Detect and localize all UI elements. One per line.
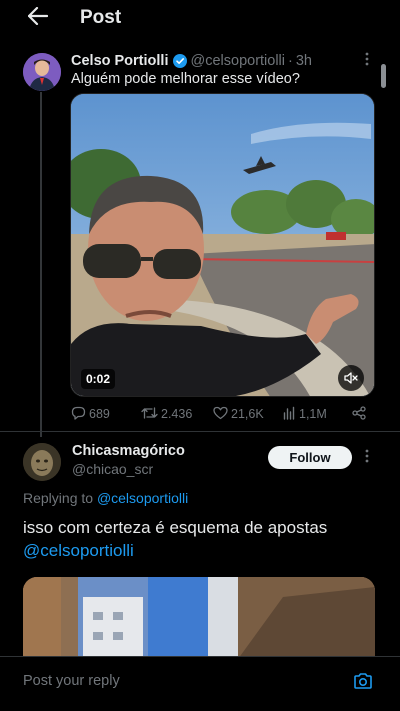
divider: [0, 431, 400, 432]
reply-text: isso com certeza é esquema de apostas @c…: [23, 516, 383, 562]
video-duration: 0:02: [81, 369, 116, 389]
reply-count: 689: [89, 407, 110, 421]
top-bar: Post: [0, 0, 400, 38]
camera-button[interactable]: [351, 671, 375, 695]
repost-count: 2.436: [161, 407, 193, 421]
views-button[interactable]: 1,1M: [283, 404, 327, 424]
heart-icon: [213, 406, 231, 423]
share-icon: [352, 405, 369, 423]
page-title: Post: [80, 7, 122, 28]
tweet-video[interactable]: 0:02: [70, 93, 375, 397]
compose-bar: [0, 656, 400, 711]
tweet-header: Celso Portiolli @celsoportiolli · 3h: [71, 51, 312, 71]
scrollbar[interactable]: [381, 64, 386, 88]
replying-to: Replying to @celsoportiolli: [23, 490, 188, 506]
reply-input[interactable]: [23, 673, 323, 689]
views-icon: [283, 406, 299, 423]
repost-icon: [141, 406, 161, 423]
share-button[interactable]: [352, 404, 369, 424]
author-handle[interactable]: @celsoportiolli: [191, 53, 286, 69]
replying-to-label: Replying to: [23, 490, 94, 506]
views-count: 1,1M: [299, 407, 327, 421]
timestamp[interactable]: 3h: [296, 53, 312, 69]
tweet-text: Alguém pode melhorar esse vídeo?: [71, 71, 300, 87]
more-dots-icon[interactable]: [358, 449, 376, 467]
camera-icon: [353, 672, 373, 695]
volume-muted-icon: [344, 372, 358, 384]
replying-to-mention[interactable]: @celsoportiolli: [97, 490, 188, 506]
reply-mention[interactable]: @celsoportiolli: [23, 541, 134, 560]
reply-author-handle[interactable]: @chicao_scr: [72, 461, 153, 477]
follow-button[interactable]: Follow: [268, 446, 352, 469]
arrow-left-icon: [27, 6, 49, 30]
like-button[interactable]: 21,6K: [213, 404, 264, 424]
mute-button[interactable]: [338, 365, 364, 391]
author-name[interactable]: Celso Portiolli: [71, 53, 169, 69]
repost-button[interactable]: 2.436: [141, 404, 192, 424]
verified-badge-icon: [172, 54, 187, 68]
back-button[interactable]: [22, 4, 54, 32]
reply-author-name[interactable]: Chicasmagórico: [72, 443, 185, 459]
reply-icon: [71, 406, 89, 423]
avatar[interactable]: [23, 443, 61, 481]
reply-body: isso com certeza é esquema de apostas: [23, 518, 328, 537]
thread-line: [40, 92, 42, 437]
like-count: 21,6K: [231, 407, 264, 421]
more-dots-icon[interactable]: [358, 52, 376, 70]
separator: ·: [288, 53, 293, 69]
avatar[interactable]: [23, 53, 61, 91]
reply-button[interactable]: 689: [71, 404, 110, 424]
reply-image[interactable]: [23, 577, 375, 659]
